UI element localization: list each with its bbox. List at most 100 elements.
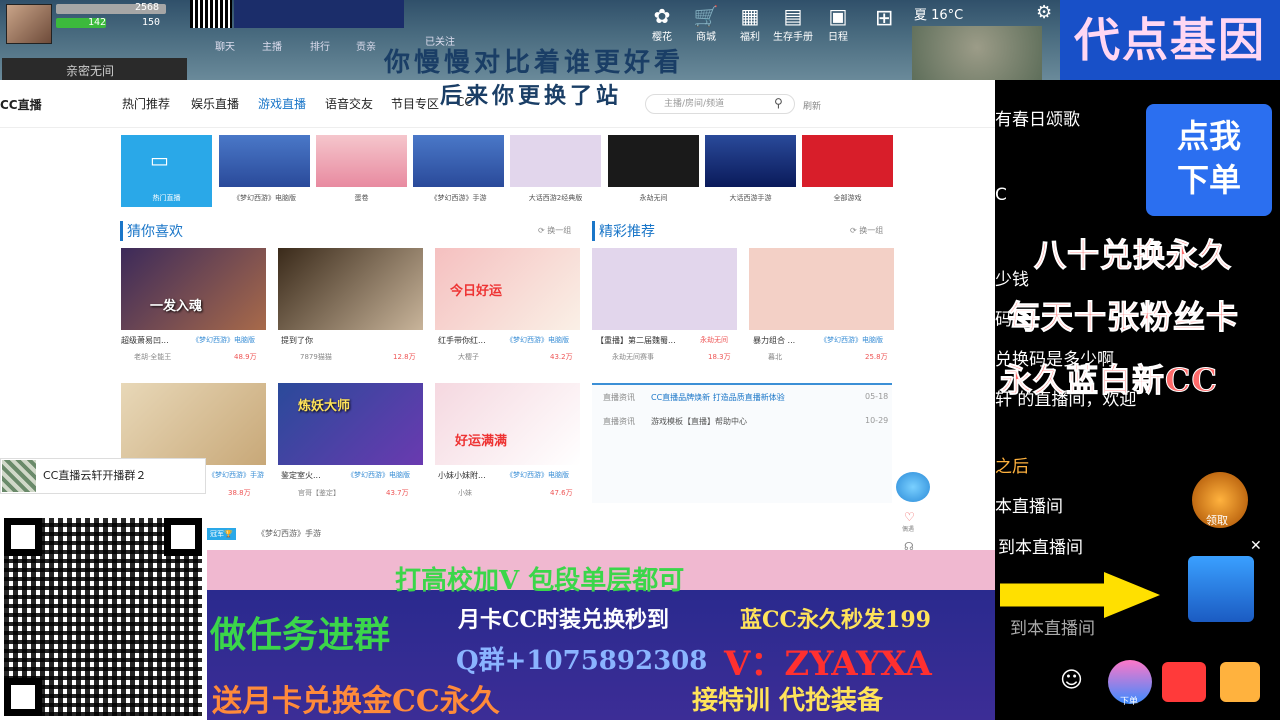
stream-card[interactable]	[435, 383, 580, 465]
category-label: 蛋卷	[354, 194, 369, 202]
promo-thumbnail[interactable]	[1188, 556, 1254, 622]
tab-anchor[interactable]: 主播	[262, 38, 282, 53]
card-views: 47.6万	[550, 489, 573, 497]
news-link[interactable]: CC直播品牌焕新 打造品质直播新体验	[651, 392, 785, 403]
gear-icon[interactable]: ⚙	[1036, 2, 1052, 23]
overlay-caption-2: 后来你更换了站	[440, 83, 623, 109]
banner-qq: Q群+1075892308	[456, 646, 708, 676]
tab-chat[interactable]: 聊天	[215, 38, 235, 53]
minimap[interactable]	[912, 26, 1042, 80]
card-tag[interactable]: 《梦幻西游》手游	[208, 470, 264, 480]
stream-card[interactable]	[278, 248, 423, 330]
card-overlay-text: 一发入魂	[150, 299, 203, 314]
close-icon[interactable]: ✕	[1250, 538, 1262, 554]
chat-line: 有春日颂歌	[995, 110, 1080, 130]
nav-hot[interactable]: 热门推荐	[122, 95, 170, 112]
category-tile[interactable]	[316, 135, 407, 187]
site-logo[interactable]: CC直播	[0, 96, 42, 113]
chat-input-text: 亲密无间	[66, 64, 115, 78]
card-views: 43.7万	[386, 489, 409, 497]
red-gift-icon[interactable]	[1162, 662, 1206, 702]
small-qr-code	[190, 0, 232, 28]
cart-icon: 🛒	[693, 4, 719, 28]
manual-button[interactable]: ▤ 生存手册	[773, 4, 813, 43]
category-tile[interactable]	[802, 135, 893, 187]
card-views: 25.8万	[865, 353, 888, 361]
card-tag[interactable]: 永劫无间	[700, 335, 728, 345]
category-tile[interactable]	[608, 135, 699, 187]
chat-line: 少钱	[995, 270, 1029, 290]
chat-line: 本直播间	[995, 497, 1063, 517]
search-input[interactable]: 主播/房间/频道	[645, 94, 795, 114]
chat-line: 到本直播间	[998, 538, 1083, 558]
card-title[interactable]: 红手带你红...	[438, 335, 486, 346]
nav-shows[interactable]: 节目专区	[391, 95, 439, 112]
promo-line-1: 八十兑换永久	[1033, 236, 1233, 275]
order-now-button[interactable]: 点我 下单	[1146, 104, 1272, 216]
overlay-caption-1: 你慢慢对比着谁更好看	[384, 48, 685, 78]
card-title[interactable]: 提到了你	[281, 335, 313, 346]
gift-box-icon[interactable]	[1220, 662, 1260, 702]
card-user: 老胡·全能王	[134, 353, 172, 361]
refresh-link[interactable]: 刷新	[803, 99, 821, 112]
nav-games[interactable]: 游戏直播	[258, 95, 306, 112]
emoji-icon[interactable]: ☺	[1060, 668, 1083, 693]
shop-button[interactable]: 🛒 商城	[686, 4, 726, 43]
stream-card[interactable]	[121, 248, 266, 330]
nav-voice[interactable]: 语音交友	[325, 95, 373, 112]
category-tile[interactable]	[510, 135, 601, 187]
banner-mid1: 月卡CC时装兑换秒到	[458, 607, 670, 633]
search-icon[interactable]: ⚲	[774, 96, 783, 110]
banner-right2: 接特训 代抢装备	[692, 686, 884, 716]
bottom-tag[interactable]: 《梦幻西游》手游	[257, 528, 321, 539]
news-link[interactable]: 游戏模板【直播】帮助中心	[651, 416, 747, 427]
category-tile[interactable]	[413, 135, 504, 187]
tv-icon: ▭	[150, 148, 169, 172]
grid-menu-icon[interactable]: ⊞	[875, 6, 893, 31]
chat-input[interactable]: 亲密无间	[2, 58, 187, 80]
welfare-button[interactable]: ▦ 福利	[730, 4, 770, 43]
card-title[interactable]: 暴力组合 ...	[753, 335, 795, 346]
switch-link[interactable]: ⟳ 换一组	[850, 225, 883, 236]
stream-card[interactable]	[749, 248, 894, 330]
tab-rank[interactable]: 排行	[310, 38, 330, 53]
card-views: 48.9万	[234, 353, 257, 361]
card-overlay-text: 今日好运	[450, 284, 503, 299]
card-tag[interactable]: 《梦幻西游》电脑版	[820, 335, 883, 345]
stream-card[interactable]	[592, 248, 737, 330]
section-title-guess: 猜你喜欢	[120, 221, 183, 241]
group-avatar	[2, 460, 36, 492]
category-tile[interactable]	[219, 135, 310, 187]
card-user: 官哥【鉴定】	[298, 489, 340, 497]
stat-2: 142	[88, 17, 107, 28]
nav-entertainment[interactable]: 娱乐直播	[191, 95, 239, 112]
tab-contrib[interactable]: 贡亲	[356, 38, 376, 53]
card-tag[interactable]: 《梦幻西游》电脑版	[506, 335, 569, 345]
card-views: 12.8万	[393, 353, 416, 361]
card-title[interactable]: 超级萧易凹...	[121, 335, 169, 346]
section-title-featured: 精彩推荐	[592, 221, 655, 241]
card-title[interactable]: 小妹小妹附...	[438, 470, 486, 481]
category-label: 大话西游手游	[729, 194, 772, 202]
stream-card[interactable]	[121, 383, 266, 465]
card-tag[interactable]: 《梦幻西游》电脑版	[192, 335, 255, 345]
card-title[interactable]: 鉴定室火...	[281, 470, 321, 481]
card-title[interactable]: 【重播】第二届魏蜀...	[596, 335, 676, 346]
card-tag[interactable]: 《梦幻西游》电脑版	[347, 470, 410, 480]
card-tag[interactable]: 《梦幻西游》电脑版	[506, 470, 569, 480]
sakura-button[interactable]: ✿ 樱花	[642, 4, 682, 43]
news-type: 直播资讯	[603, 393, 635, 402]
champion-badge: 冠军🏆	[207, 528, 236, 540]
news-date: 10-29	[865, 416, 889, 425]
category-tile[interactable]	[705, 135, 796, 187]
category-label: 全部游戏	[833, 194, 862, 202]
promo-line-2: 每天十张粉丝卡	[1007, 298, 1240, 337]
heart-icon[interactable]: ♡	[904, 510, 915, 524]
banner-left2: 送月卡兑换金CC永久	[212, 684, 500, 719]
schedule-button[interactable]: ▣ 日程	[818, 4, 858, 43]
overlay-title: 代点基因	[1060, 0, 1280, 80]
switch-link[interactable]: ⟳ 换一组	[538, 225, 571, 236]
mascot-icon[interactable]	[896, 472, 930, 502]
card-user: 大樱子	[458, 353, 479, 361]
player-avatar[interactable]	[6, 4, 52, 44]
